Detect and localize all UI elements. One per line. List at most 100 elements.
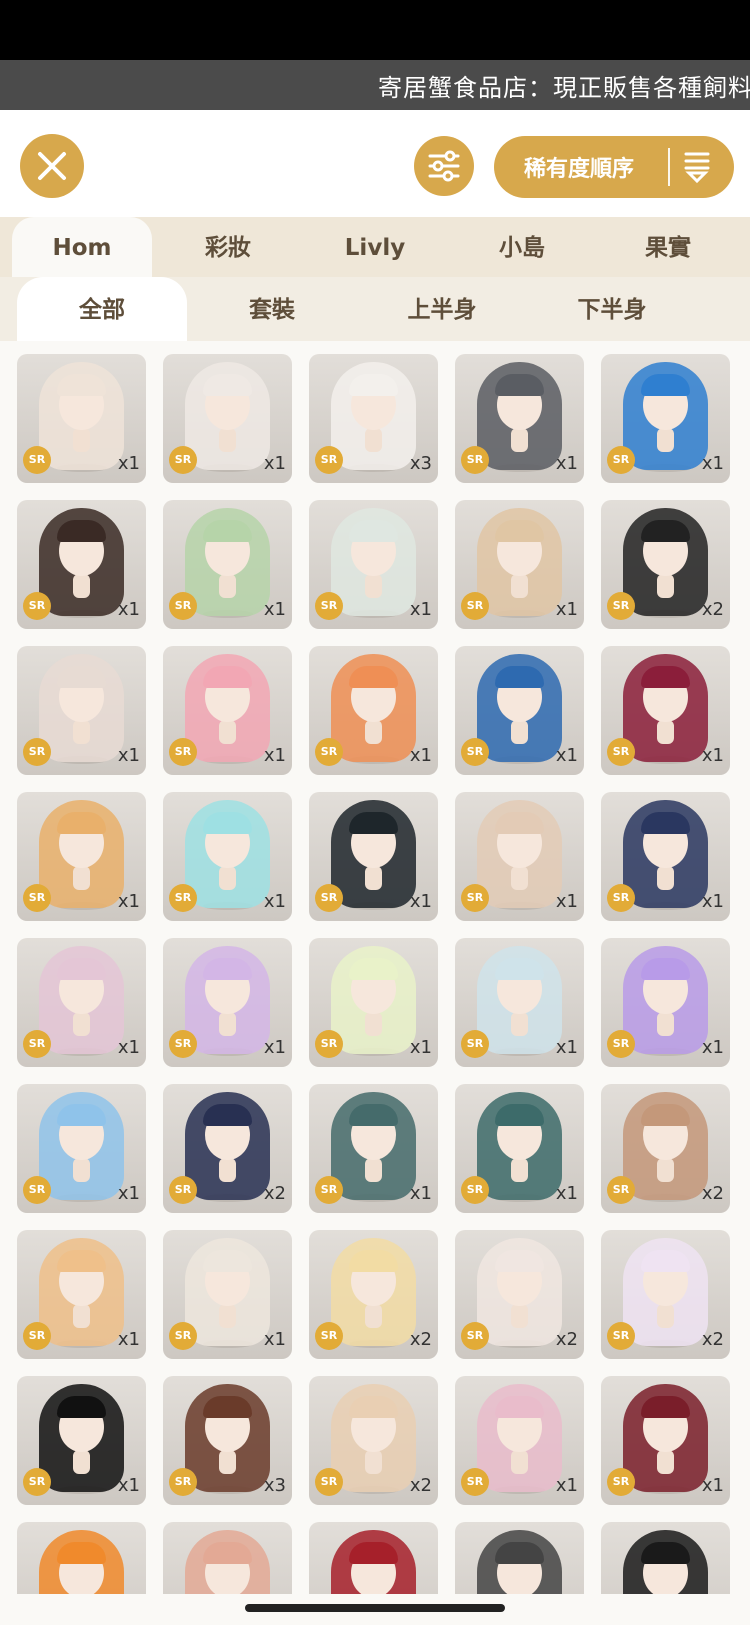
item-card[interactable]: SR x1 bbox=[163, 500, 292, 629]
item-card[interactable]: SR x1 bbox=[455, 792, 584, 921]
subtab-lower-body[interactable]: 下半身 bbox=[527, 277, 697, 341]
hair-bangs bbox=[203, 958, 252, 980]
item-count: x1 bbox=[701, 891, 724, 912]
item-card[interactable]: SR bbox=[163, 1522, 292, 1594]
item-count: x1 bbox=[701, 745, 724, 766]
item-card[interactable]: SR x1 bbox=[163, 354, 292, 483]
rarity-badge: SR bbox=[461, 1468, 489, 1496]
item-card[interactable]: SR x1 bbox=[601, 354, 730, 483]
hair-bangs bbox=[203, 1542, 252, 1564]
item-card[interactable]: SR x2 bbox=[309, 1376, 438, 1505]
item-count: x1 bbox=[555, 891, 578, 912]
item-card[interactable]: SR x1 bbox=[17, 1230, 146, 1359]
item-card[interactable]: SR x2 bbox=[455, 1230, 584, 1359]
item-card[interactable]: SR x1 bbox=[601, 1376, 730, 1505]
item-card[interactable]: SR x1 bbox=[17, 1376, 146, 1505]
item-card[interactable]: SR x1 bbox=[455, 938, 584, 1067]
item-card[interactable]: SR bbox=[309, 1522, 438, 1594]
item-card[interactable]: SR x2 bbox=[601, 1084, 730, 1213]
item-card[interactable]: SR x1 bbox=[17, 1084, 146, 1213]
avatar-neck bbox=[657, 1304, 674, 1328]
avatar-neck bbox=[73, 1450, 90, 1474]
rarity-badge: SR bbox=[461, 884, 489, 912]
item-card[interactable]: SR x1 bbox=[309, 646, 438, 775]
tab-hom[interactable]: Hom bbox=[12, 217, 152, 277]
item-count: x2 bbox=[263, 1183, 286, 1204]
item-card[interactable]: SR x1 bbox=[163, 1230, 292, 1359]
item-card[interactable]: SR x1 bbox=[455, 646, 584, 775]
subtab-all[interactable]: 全部 bbox=[17, 277, 187, 341]
rarity-badge: SR bbox=[607, 592, 635, 620]
tab-livly[interactable]: Livly bbox=[305, 217, 445, 277]
item-count: x1 bbox=[409, 1037, 432, 1058]
avatar-neck bbox=[219, 720, 236, 744]
rarity-badge: SR bbox=[461, 1322, 489, 1350]
item-card[interactable]: SR x1 bbox=[601, 938, 730, 1067]
item-card[interactable]: SR x1 bbox=[601, 792, 730, 921]
hair-bangs bbox=[203, 1104, 252, 1126]
item-card[interactable]: SR x3 bbox=[163, 1376, 292, 1505]
item-card[interactable]: SR bbox=[601, 1522, 730, 1594]
item-card[interactable]: SR x1 bbox=[17, 646, 146, 775]
sort-order-button[interactable]: 稀有度順序 bbox=[494, 136, 734, 198]
item-card[interactable]: SR x2 bbox=[309, 1230, 438, 1359]
item-card[interactable]: SR x1 bbox=[455, 354, 584, 483]
item-card[interactable]: SR x3 bbox=[309, 354, 438, 483]
tab-fruit[interactable]: 果實 bbox=[598, 217, 738, 277]
hair-bangs bbox=[203, 812, 252, 834]
item-count: x1 bbox=[263, 453, 286, 474]
item-count: x1 bbox=[701, 1037, 724, 1058]
subtab-set[interactable]: 套裝 bbox=[187, 277, 357, 341]
hair-bangs bbox=[57, 1396, 106, 1418]
avatar-neck bbox=[657, 1012, 674, 1036]
item-card[interactable]: SR x1 bbox=[455, 500, 584, 629]
avatar-neck bbox=[219, 574, 236, 598]
item-card[interactable]: SR x1 bbox=[309, 500, 438, 629]
item-card[interactable]: SR x1 bbox=[601, 646, 730, 775]
hair-bangs bbox=[57, 666, 106, 688]
item-card[interactable]: SR x1 bbox=[455, 1084, 584, 1213]
sort-label: 稀有度順序 bbox=[524, 157, 635, 182]
item-card[interactable]: SR x1 bbox=[455, 1376, 584, 1505]
item-card[interactable]: SR x1 bbox=[17, 938, 146, 1067]
item-card[interactable]: SR x1 bbox=[309, 938, 438, 1067]
rarity-badge: SR bbox=[315, 1322, 343, 1350]
item-card[interactable]: SR x1 bbox=[17, 792, 146, 921]
filter-button[interactable] bbox=[414, 136, 474, 196]
item-card[interactable]: SR bbox=[17, 1522, 146, 1594]
item-card[interactable]: SR x1 bbox=[163, 792, 292, 921]
avatar-neck bbox=[365, 428, 382, 452]
rarity-badge: SR bbox=[23, 738, 51, 766]
item-card[interactable]: SR x1 bbox=[309, 1084, 438, 1213]
hair-bangs bbox=[57, 374, 106, 396]
item-card[interactable]: SR x2 bbox=[601, 1230, 730, 1359]
rarity-badge: SR bbox=[607, 738, 635, 766]
item-card[interactable]: SR x1 bbox=[17, 354, 146, 483]
rarity-badge: SR bbox=[169, 1322, 197, 1350]
category-tabs: Hom 彩妝 Livly 小島 果實 bbox=[0, 217, 750, 277]
item-count: x1 bbox=[701, 1475, 724, 1496]
item-card[interactable]: SR x2 bbox=[601, 500, 730, 629]
hair-bangs bbox=[641, 1396, 690, 1418]
item-card[interactable]: SR x1 bbox=[309, 792, 438, 921]
item-card[interactable]: SR x1 bbox=[163, 646, 292, 775]
item-count: x1 bbox=[409, 599, 432, 620]
rarity-badge: SR bbox=[607, 884, 635, 912]
subtab-upper-body[interactable]: 上半身 bbox=[357, 277, 527, 341]
status-bar bbox=[0, 0, 750, 60]
item-card[interactable]: SR x2 bbox=[163, 1084, 292, 1213]
item-count: x1 bbox=[117, 1183, 140, 1204]
tab-makeup[interactable]: 彩妝 bbox=[158, 217, 298, 277]
avatar-neck bbox=[365, 720, 382, 744]
subcategory-tabs: 全部 套裝 上半身 下半身 bbox=[0, 277, 750, 341]
tab-island[interactable]: 小島 bbox=[452, 217, 592, 277]
item-card[interactable]: SR x1 bbox=[17, 500, 146, 629]
close-button[interactable] bbox=[20, 134, 84, 198]
avatar-neck bbox=[511, 1450, 528, 1474]
item-card[interactable]: SR bbox=[455, 1522, 584, 1594]
item-count: x1 bbox=[117, 453, 140, 474]
avatar-neck bbox=[219, 866, 236, 890]
avatar-neck bbox=[657, 574, 674, 598]
item-card[interactable]: SR x1 bbox=[163, 938, 292, 1067]
avatar-neck bbox=[73, 1304, 90, 1328]
